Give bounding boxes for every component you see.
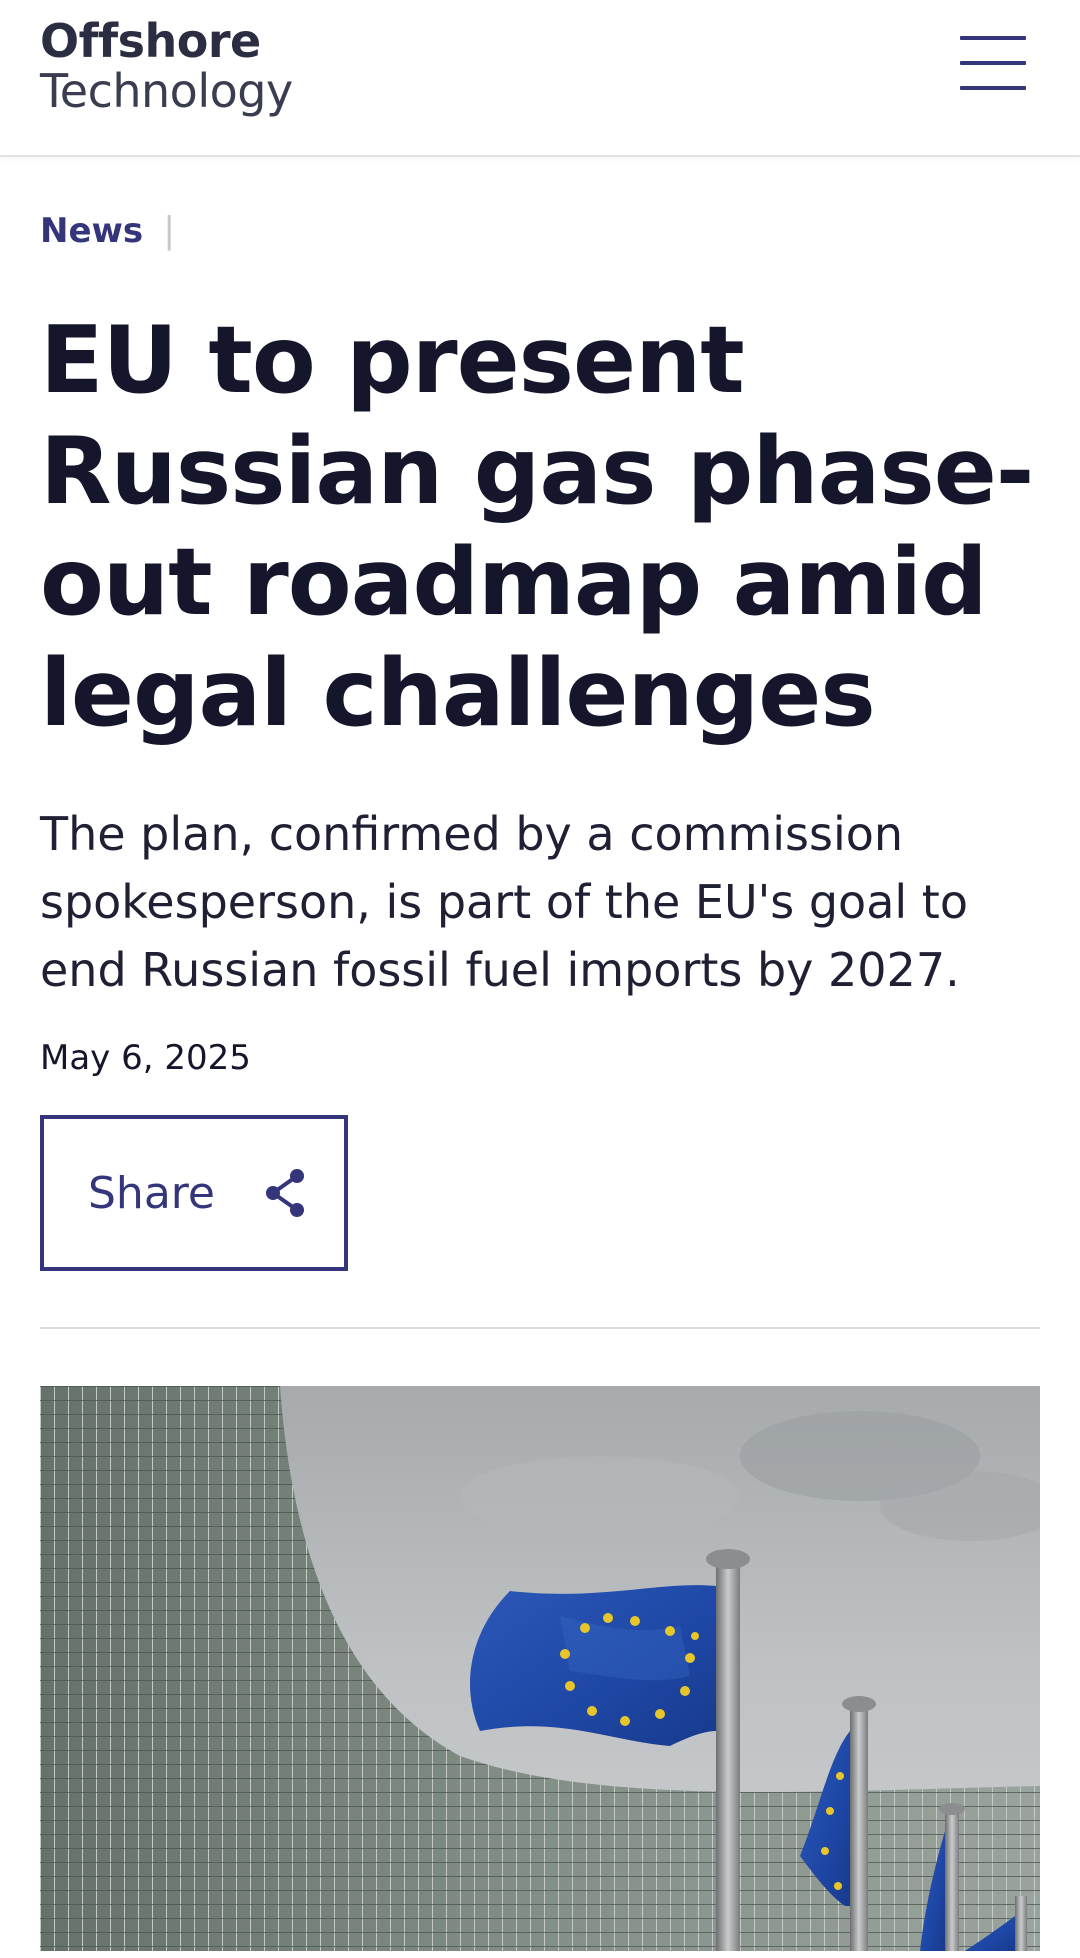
site-header: Offshore Technology: [0, 0, 1080, 157]
breadcrumb: News |: [40, 210, 175, 251]
share-label: Share: [88, 1167, 215, 1219]
article-standfirst: The plan, confirmed by a commission spok…: [40, 807, 968, 997]
breadcrumb-separator: |: [163, 210, 176, 251]
site-logo[interactable]: Offshore Technology: [40, 18, 293, 114]
menu-bar-top: [960, 36, 1026, 40]
menu-bar-bottom: [960, 86, 1026, 90]
hamburger-menu-icon[interactable]: [960, 32, 1030, 92]
share-icon: [265, 1169, 304, 1217]
share-button[interactable]: Share: [40, 1115, 348, 1271]
logo-line-offshore: Offshore: [40, 14, 261, 68]
article-title: EU to present Russian gas phase-out road…: [40, 306, 1034, 747]
logo-line-technology: Technology: [40, 64, 293, 118]
menu-bar-middle: [960, 61, 1026, 65]
hero-image-eu-flags-berlaymont: [40, 1386, 1040, 1951]
article-date: May 6, 2025: [40, 1038, 251, 1078]
breadcrumb-category-news[interactable]: News: [40, 211, 143, 251]
section-divider: [40, 1327, 1040, 1329]
